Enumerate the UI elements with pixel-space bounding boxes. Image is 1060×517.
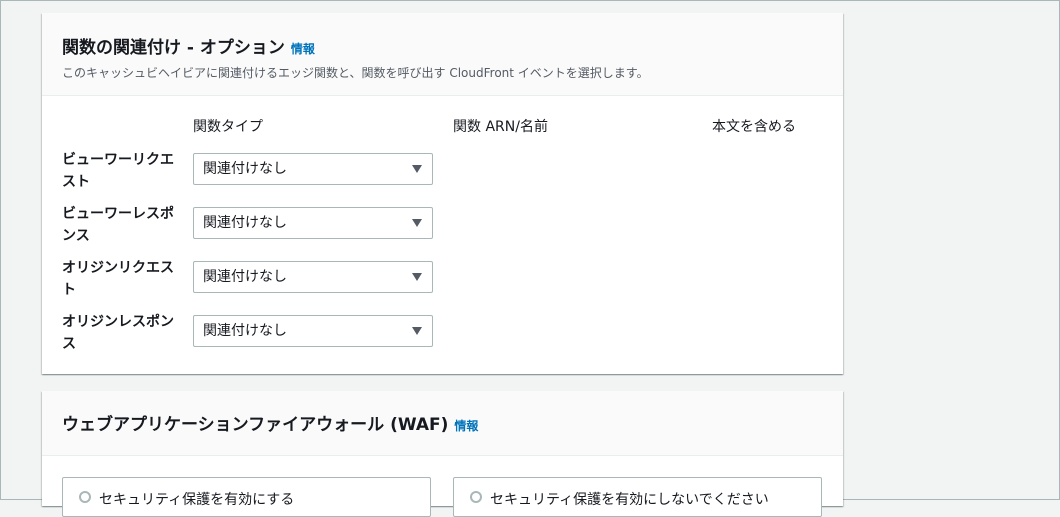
caret-down-icon xyxy=(412,219,422,227)
info-link[interactable]: 情報 xyxy=(454,419,478,433)
option-label: セキュリティ保護を有効にする xyxy=(99,492,295,508)
viewer-response-function-select[interactable]: 関連付けなし xyxy=(193,207,433,239)
origin-response-function-select[interactable]: 関連付けなし xyxy=(193,315,433,347)
viewer-request-function-select[interactable]: 関連付けなし xyxy=(193,153,433,185)
caret-down-icon xyxy=(412,273,422,281)
info-link[interactable]: 情報 xyxy=(291,42,315,56)
waf-disable-option[interactable]: セキュリティ保護を有効にしないでください xyxy=(453,477,822,517)
select-value: 関連付けなし xyxy=(203,269,287,285)
select-value: 関連付けなし xyxy=(203,323,287,339)
panel-header: ウェブアプリケーションファイアウォール (WAF) 情報 xyxy=(42,391,843,456)
waf-enable-option[interactable]: セキュリティ保護を有効にする xyxy=(62,477,431,517)
row-label-viewer-request: ビューワーリクエスト xyxy=(62,152,174,190)
row-label-origin-request: オリジンリクエスト xyxy=(62,260,174,298)
waf-panel: ウェブアプリケーションファイアウォール (WAF) 情報 セキュリティ保護を有効に… xyxy=(42,391,843,517)
column-header-function-type: 関数タイプ xyxy=(193,119,263,135)
radio-button[interactable] xyxy=(79,491,91,503)
panel-description: このキャッシュビヘイビアに関連付けるエッジ関数と、関数を呼び出す CloudFr… xyxy=(62,66,649,80)
column-header-function-arn: 関数 ARN/名前 xyxy=(453,119,548,135)
column-header-include-body: 本文を含める xyxy=(712,119,796,135)
option-label: セキュリティ保護を有効にしないでください xyxy=(490,492,769,508)
radio-button[interactable] xyxy=(470,491,482,503)
row-label-viewer-response: ビューワーレスポンス xyxy=(62,206,174,244)
panel-header: 関数の関連付け - オプション 情報 このキャッシュビヘイビアに関連付けるエッジ関… xyxy=(42,13,843,96)
select-value: 関連付けなし xyxy=(203,161,287,177)
origin-request-function-select[interactable]: 関連付けなし xyxy=(193,261,433,293)
panel-title: 関数の関連付け - オプション xyxy=(62,38,285,58)
caret-down-icon xyxy=(412,327,422,335)
function-associations-panel: 関数の関連付け - オプション 情報 このキャッシュビヘイビアに関連付けるエッジ関… xyxy=(42,13,843,374)
select-value: 関連付けなし xyxy=(203,215,287,231)
panel-title: ウェブアプリケーションファイアウォール (WAF) xyxy=(62,415,449,435)
caret-down-icon xyxy=(412,165,422,173)
row-label-origin-response: オリジンレスポンス xyxy=(62,314,174,352)
